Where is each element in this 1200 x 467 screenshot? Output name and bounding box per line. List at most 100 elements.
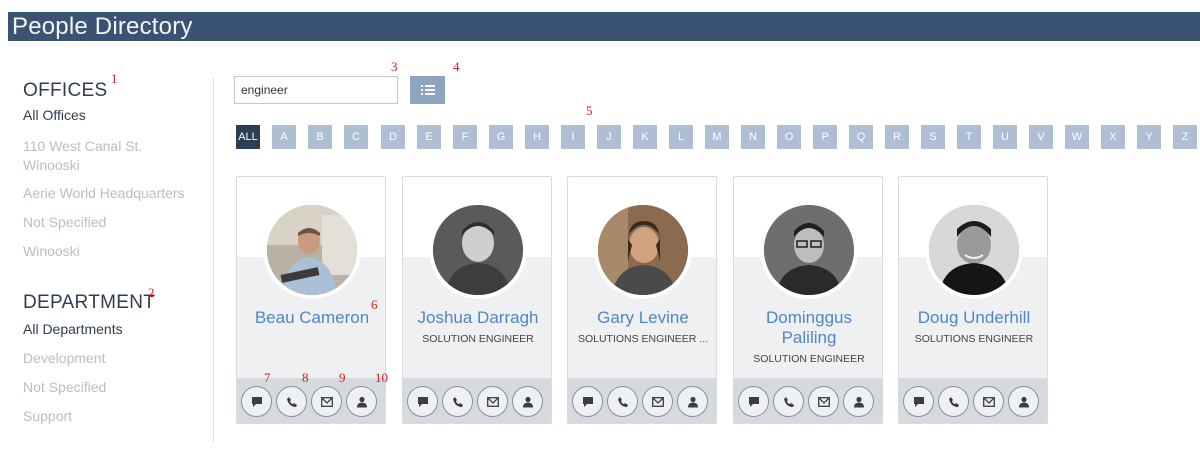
annotation-marker: 6	[371, 297, 378, 312]
phone-icon	[286, 396, 298, 408]
person-name[interactable]: Doug Underhill	[899, 308, 1047, 328]
call-button[interactable]	[607, 386, 638, 417]
person-title: SOLUTIONS ENGINEER ...	[577, 333, 709, 345]
alpha-filter-a[interactable]: A	[272, 125, 296, 149]
alpha-filter-g[interactable]: G	[489, 125, 513, 149]
alpha-filter-u[interactable]: U	[993, 125, 1017, 149]
call-button[interactable]	[938, 386, 969, 417]
department-filter-development[interactable]: Development	[23, 349, 106, 368]
alpha-filter-v[interactable]: V	[1029, 125, 1053, 149]
phone-icon	[783, 396, 795, 408]
alpha-filter-n[interactable]: N	[741, 125, 765, 149]
call-button[interactable]	[276, 386, 307, 417]
annotation-marker: 4	[453, 59, 460, 74]
alpha-filter-i[interactable]: I	[561, 125, 585, 149]
alpha-filter-s[interactable]: S	[921, 125, 945, 149]
alpha-filter-k[interactable]: K	[633, 125, 657, 149]
mail-icon	[486, 396, 499, 407]
email-button[interactable]	[808, 386, 839, 417]
person-name[interactable]: Joshua Darragh	[403, 308, 551, 328]
person-card: Joshua Darragh SOLUTION ENGINEER	[402, 176, 552, 424]
profile-button[interactable]	[512, 386, 543, 417]
card-actions	[407, 386, 543, 417]
office-filter-110-west-canal[interactable]: 110 West Canal St. Winooski	[23, 137, 142, 175]
office-filter-winooski[interactable]: Winooski	[23, 242, 80, 261]
person-card: Doug Underhill SOLUTIONS ENGINEER	[898, 176, 1048, 424]
alpha-filter-m[interactable]: M	[705, 125, 729, 149]
profile-button[interactable]	[346, 386, 377, 417]
profile-button[interactable]	[843, 386, 874, 417]
alpha-filter-l[interactable]: L	[669, 125, 693, 149]
search-input[interactable]	[234, 76, 398, 104]
alpha-filter-p[interactable]: P	[813, 125, 837, 149]
alpha-filter-j[interactable]: J	[597, 125, 621, 149]
profile-icon	[522, 396, 534, 408]
person-card: Beau Cameron	[236, 176, 386, 424]
offices-heading: OFFICES	[23, 80, 108, 101]
email-button[interactable]	[477, 386, 508, 417]
alpha-filter-f[interactable]: F	[453, 125, 477, 149]
person-name-line1[interactable]: Dominggus	[734, 308, 882, 328]
profile-button[interactable]	[677, 386, 708, 417]
person-title: SOLUTIONS ENGINEER	[914, 333, 1034, 345]
alpha-filter-x[interactable]: X	[1101, 125, 1125, 149]
department-filter-all[interactable]: All Departments	[23, 320, 123, 339]
list-view-button[interactable]	[410, 76, 445, 104]
call-button[interactable]	[773, 386, 804, 417]
mail-icon	[320, 396, 333, 407]
department-filter-support[interactable]: Support	[23, 407, 72, 426]
email-button[interactable]	[973, 386, 1004, 417]
phone-icon	[617, 396, 629, 408]
alpha-filter-d[interactable]: D	[381, 125, 405, 149]
alpha-filter-all[interactable]: ALL	[236, 125, 260, 149]
person-name[interactable]: Beau Cameron	[237, 308, 385, 328]
alpha-filter-e[interactable]: E	[417, 125, 441, 149]
annotation-marker: 1	[111, 71, 118, 86]
chat-button[interactable]	[241, 386, 272, 417]
person-name-line2[interactable]: Paliling	[734, 328, 882, 348]
phone-icon	[948, 396, 960, 408]
chat-icon	[417, 396, 429, 408]
avatar[interactable]	[594, 201, 692, 299]
person-name[interactable]: Gary Levine	[568, 308, 716, 328]
alpha-filter-b[interactable]: B	[308, 125, 332, 149]
annotation-marker: 7	[264, 370, 271, 385]
chat-button[interactable]	[572, 386, 603, 417]
alpha-filter-h[interactable]: H	[525, 125, 549, 149]
list-icon	[420, 84, 435, 96]
avatar[interactable]	[429, 201, 527, 299]
card-actions	[241, 386, 377, 417]
chat-icon	[913, 396, 925, 408]
call-button[interactable]	[442, 386, 473, 417]
email-button[interactable]	[311, 386, 342, 417]
office-filter-aerie-hq[interactable]: Aerie World Headquarters	[23, 184, 185, 203]
email-button[interactable]	[642, 386, 673, 417]
alpha-filter-r[interactable]: R	[885, 125, 909, 149]
chat-button[interactable]	[738, 386, 769, 417]
chat-icon	[582, 396, 594, 408]
alpha-filter-y[interactable]: Y	[1137, 125, 1161, 149]
profile-button[interactable]	[1008, 386, 1039, 417]
avatar[interactable]	[925, 201, 1023, 299]
page-title: People Directory	[12, 13, 193, 40]
alpha-filter-t[interactable]: T	[957, 125, 981, 149]
alpha-filter-c[interactable]: C	[344, 125, 368, 149]
avatar[interactable]	[760, 201, 858, 299]
avatar[interactable]	[263, 201, 361, 299]
annotation-marker: 3	[391, 59, 398, 74]
office-filter-all[interactable]: All Offices	[23, 106, 86, 125]
annotation-marker: 10	[375, 370, 388, 385]
chat-button[interactable]	[407, 386, 438, 417]
alpha-filter-o[interactable]: O	[777, 125, 801, 149]
alpha-filter-w[interactable]: W	[1065, 125, 1089, 149]
office-filter-not-specified[interactable]: Not Specified	[23, 213, 106, 232]
alpha-filter-z[interactable]: Z	[1173, 125, 1197, 149]
department-filter-not-specified[interactable]: Not Specified	[23, 378, 106, 397]
mail-icon	[817, 396, 830, 407]
mail-icon	[651, 396, 664, 407]
annotation-marker: 2	[148, 285, 155, 300]
profile-icon	[1018, 396, 1030, 408]
chat-button[interactable]	[903, 386, 934, 417]
alpha-filter-q[interactable]: Q	[849, 125, 873, 149]
chat-icon	[748, 396, 760, 408]
